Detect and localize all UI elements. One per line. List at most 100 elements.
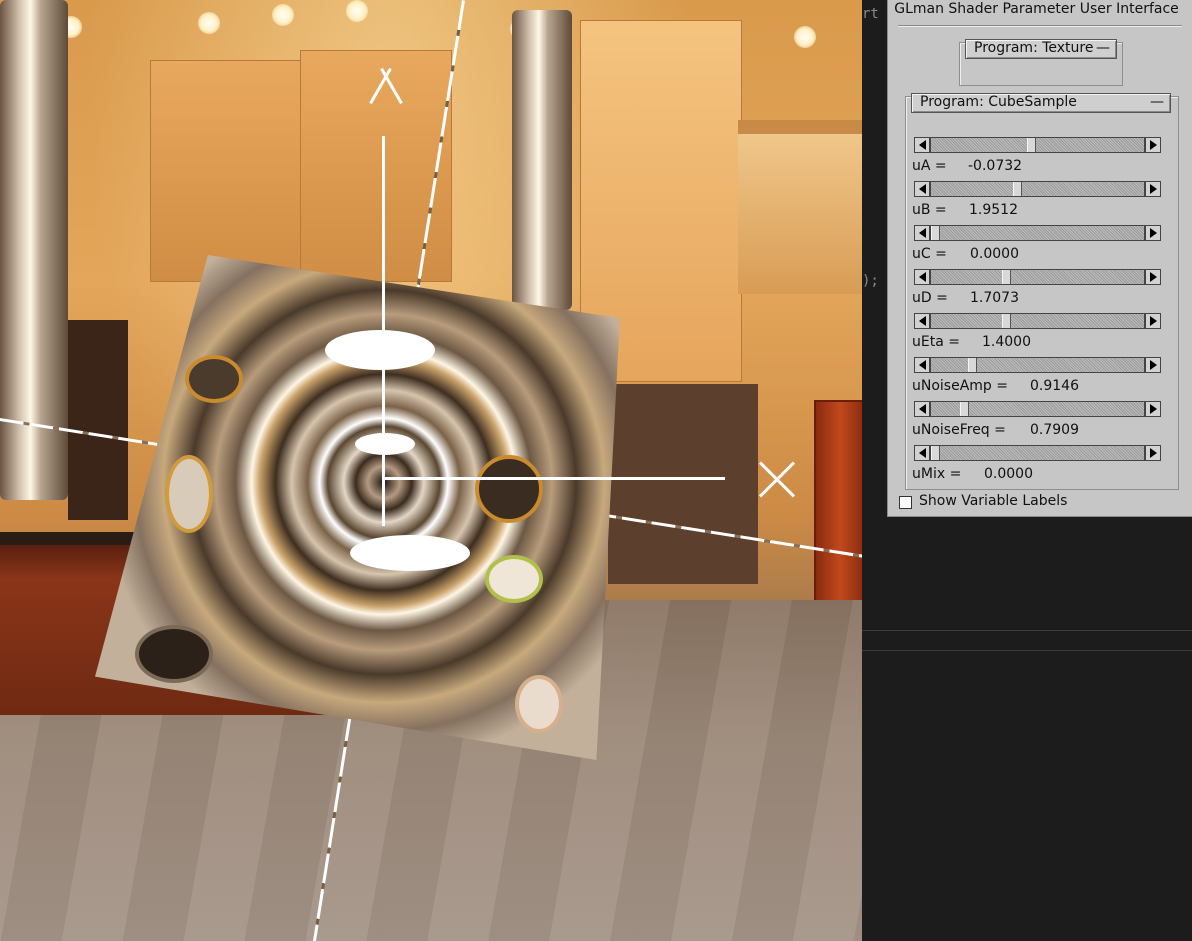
slider-right-arrow-icon[interactable]: [1145, 445, 1161, 461]
slider-left-arrow-icon[interactable]: [914, 313, 930, 329]
collapse-icon: —: [1150, 94, 1164, 110]
highlight: [485, 555, 543, 603]
slider-thumb[interactable]: [1013, 182, 1022, 196]
slider-3[interactable]: [914, 269, 1161, 285]
balcony: [738, 120, 862, 294]
highlight: [165, 455, 213, 533]
slider-thumb[interactable]: [931, 446, 940, 460]
slider-right-arrow-icon[interactable]: [1145, 401, 1161, 417]
program-texture-label: Program: Texture: [974, 40, 1094, 56]
editor-divider: [862, 650, 1192, 651]
param-value: 1.4000: [982, 334, 1031, 350]
show-variable-labels-label: Show Variable Labels: [919, 493, 1068, 509]
axis-x-label-icon: [757, 460, 797, 500]
slider-trough[interactable]: [930, 357, 1145, 373]
collapse-icon: —: [1096, 40, 1110, 56]
param-value: 1.9512: [969, 202, 1018, 218]
param-value: 0.9146: [1030, 378, 1079, 394]
slider-right-arrow-icon[interactable]: [1145, 137, 1161, 153]
param-value: 1.7073: [970, 290, 1019, 306]
program-cubesample-button[interactable]: Program: CubeSample —: [911, 93, 1171, 113]
param-value: 0.0000: [984, 466, 1033, 482]
highlight: [515, 675, 563, 733]
slider-trough[interactable]: [930, 313, 1145, 329]
slider-left-arrow-icon[interactable]: [914, 137, 930, 153]
highlight: [135, 625, 213, 683]
graphics-viewport[interactable]: [0, 0, 862, 941]
slider-0[interactable]: [914, 137, 1161, 153]
ceiling-light: [272, 4, 294, 26]
ceiling-light: [346, 0, 368, 22]
ceiling-light: [794, 26, 816, 48]
param-row: uC = 0.0000: [912, 246, 1019, 262]
panel-title: GLman Shader Parameter User Interface: [894, 1, 1179, 17]
param-name: uNoiseFreq =: [912, 422, 1006, 438]
wall-panel: [300, 50, 452, 282]
display-cabinet: [814, 400, 862, 634]
manipulator-horizontal: [383, 477, 725, 480]
slider-7[interactable]: [914, 445, 1161, 461]
highlight: [475, 455, 543, 523]
slider-trough[interactable]: [930, 137, 1145, 153]
reflective-quad: [95, 255, 620, 760]
slider-thumb[interactable]: [968, 358, 977, 372]
param-row: uNoiseAmp = 0.9146: [912, 378, 1079, 394]
slider-thumb[interactable]: [960, 402, 969, 416]
slider-thumb[interactable]: [1027, 138, 1036, 152]
program-cubesample-label: Program: CubeSample: [920, 94, 1077, 110]
title-separator: [898, 25, 1182, 26]
editor-text: );: [862, 273, 879, 289]
ceiling-light: [198, 12, 220, 34]
program-texture-button[interactable]: Program: Texture —: [965, 39, 1117, 59]
show-variable-labels-checkbox[interactable]: [899, 496, 912, 509]
param-row: uB = 1.9512: [912, 202, 1018, 218]
cube-map-surface: [95, 255, 620, 760]
param-name: uNoiseAmp =: [912, 378, 1008, 394]
param-row: uNoiseFreq = 0.7909: [912, 422, 1079, 438]
slider-left-arrow-icon[interactable]: [914, 401, 930, 417]
slider-trough[interactable]: [930, 445, 1145, 461]
slider-trough[interactable]: [930, 225, 1145, 241]
param-name: uA =: [912, 158, 947, 174]
slider-4[interactable]: [914, 313, 1161, 329]
slider-thumb[interactable]: [931, 226, 940, 240]
param-row: uEta = 1.4000: [912, 334, 1031, 350]
slider-right-arrow-icon[interactable]: [1145, 181, 1161, 197]
slider-1[interactable]: [914, 181, 1161, 197]
param-name: uC =: [912, 246, 947, 262]
slider-2[interactable]: [914, 225, 1161, 241]
param-value: 0.0000: [970, 246, 1019, 262]
slider-thumb[interactable]: [1002, 314, 1011, 328]
shader-parameter-panel: GLman Shader Parameter User Interface Pr…: [887, 0, 1192, 517]
slider-5[interactable]: [914, 357, 1161, 373]
param-value: -0.0732: [968, 158, 1023, 174]
param-name: uEta =: [912, 334, 960, 350]
param-value: 0.7909: [1030, 422, 1079, 438]
slider-left-arrow-icon[interactable]: [914, 357, 930, 373]
slider-right-arrow-icon[interactable]: [1145, 269, 1161, 285]
slider-right-arrow-icon[interactable]: [1145, 225, 1161, 241]
param-name: uB =: [912, 202, 947, 218]
slider-left-arrow-icon[interactable]: [914, 445, 930, 461]
slider-left-arrow-icon[interactable]: [914, 225, 930, 241]
param-row: uMix = 0.0000: [912, 466, 1033, 482]
slider-left-arrow-icon[interactable]: [914, 181, 930, 197]
slider-trough[interactable]: [930, 401, 1145, 417]
slider-right-arrow-icon[interactable]: [1145, 313, 1161, 329]
slider-right-arrow-icon[interactable]: [1145, 357, 1161, 373]
slider-6[interactable]: [914, 401, 1161, 417]
param-name: uD =: [912, 290, 948, 306]
highlight: [325, 330, 435, 370]
param-row: uD = 1.7073: [912, 290, 1019, 306]
slider-trough[interactable]: [930, 269, 1145, 285]
highlight: [350, 535, 470, 571]
editor-divider: [862, 630, 1192, 631]
slider-thumb[interactable]: [1002, 270, 1011, 284]
slider-left-arrow-icon[interactable]: [914, 269, 930, 285]
slider-trough[interactable]: [930, 181, 1145, 197]
highlight: [355, 433, 415, 455]
wall-panel: [150, 60, 302, 282]
param-name: uMix =: [912, 466, 962, 482]
highlight: [185, 355, 243, 403]
param-row: uA = -0.0732: [912, 158, 1022, 174]
